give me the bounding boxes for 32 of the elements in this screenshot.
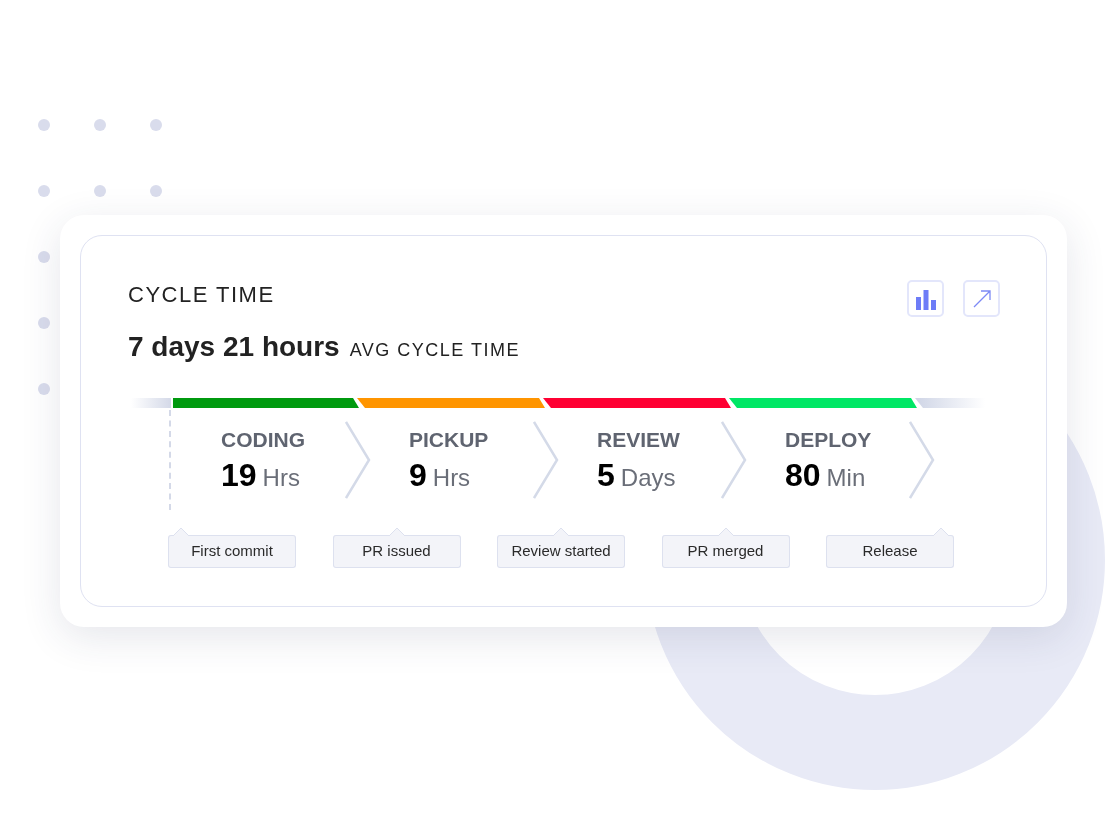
tag-pointer <box>173 528 189 536</box>
milestone-tag: Release <box>826 535 954 568</box>
stage-unit: Hrs <box>432 463 471 494</box>
chevron-icon <box>345 421 371 499</box>
stage-value: 80 <box>785 456 821 496</box>
average-label: AVG CYCLE TIME <box>349 339 521 362</box>
milestone-tag: Review started <box>497 535 625 568</box>
chevron-icon <box>721 421 747 499</box>
stage-unit: Days <box>620 463 676 494</box>
chart-button[interactable] <box>907 280 944 317</box>
arrow-up-right-icon <box>972 289 991 308</box>
stage-name: REVIEW <box>597 426 680 453</box>
card-title: CYCLE TIME <box>128 284 276 306</box>
chevron-icon <box>533 421 559 499</box>
stage-value: 9 <box>409 456 427 496</box>
tag-pointer <box>933 528 949 536</box>
stage-value: 5 <box>597 456 615 496</box>
bar-start-fade <box>131 398 171 408</box>
expand-button[interactable] <box>963 280 1000 317</box>
chevron-icon <box>909 421 935 499</box>
stage-name: DEPLOY <box>785 426 872 453</box>
average-value: 7 days 21 hours <box>128 330 340 364</box>
stage-value: 19 <box>221 456 257 496</box>
stage-unit: Min <box>826 463 866 494</box>
bar-chart-icon <box>914 287 937 310</box>
stage-unit: Hrs <box>262 463 300 494</box>
tag-pointer <box>717 528 734 536</box>
stage-name: PICKUP <box>409 426 489 453</box>
stage-name: CODING <box>221 426 305 453</box>
tag-pointer <box>388 528 405 536</box>
milestone-tag: First commit <box>168 535 296 568</box>
tag-pointer <box>553 528 569 536</box>
